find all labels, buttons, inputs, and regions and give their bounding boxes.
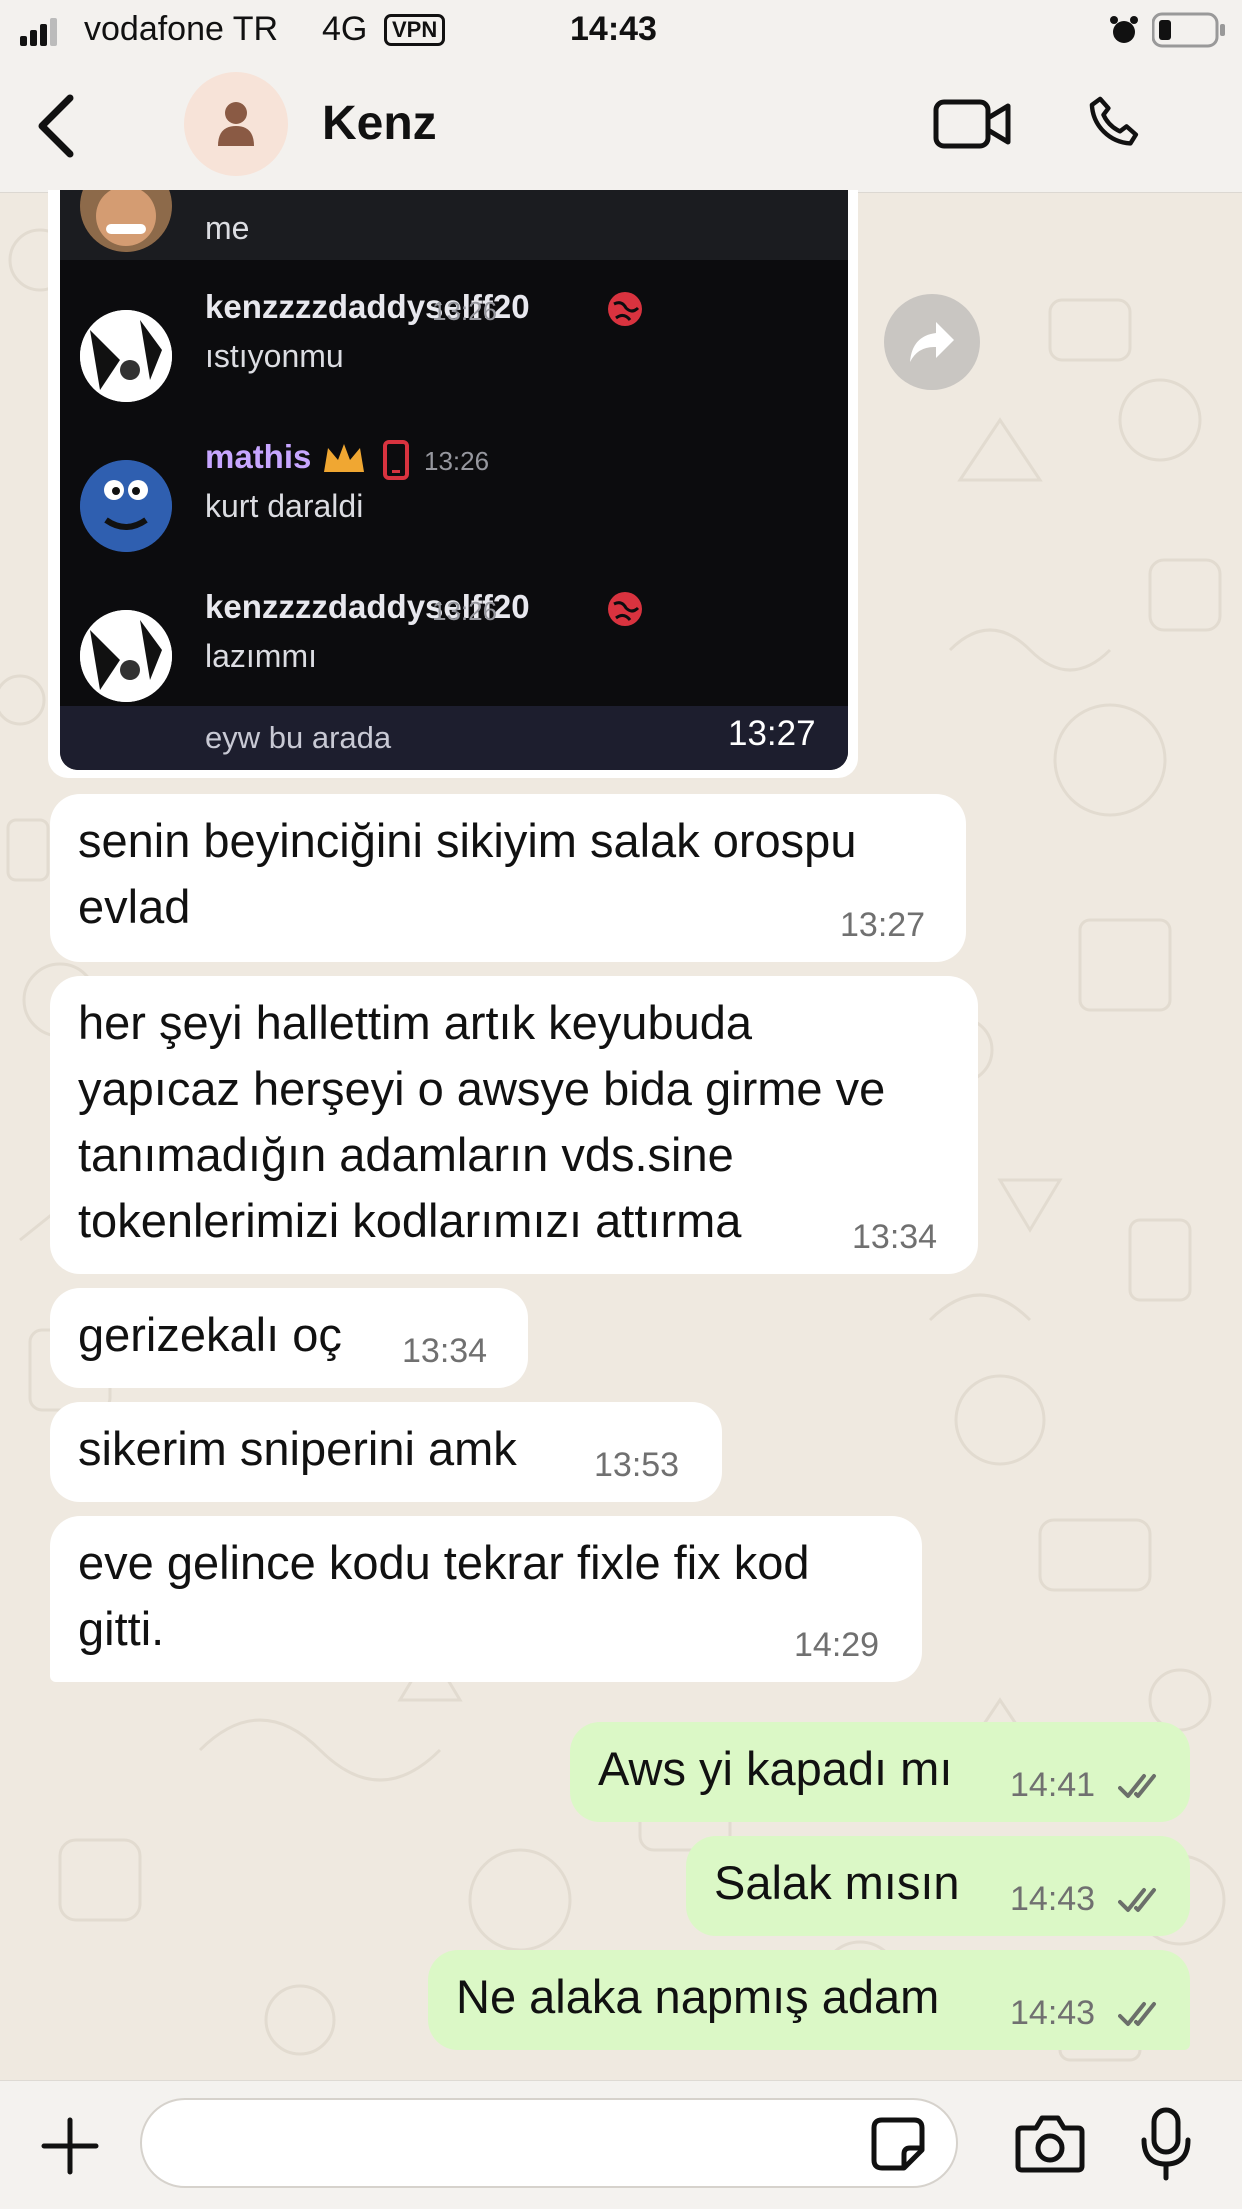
message-time: 14:43 [1010,1880,1096,1918]
image-message-time: 13:27 [728,714,816,753]
discord-avatar [80,310,172,402]
outgoing-message-bubble[interactable]: Salak mısın 14:43 [686,1836,1190,1936]
incoming-message-bubble[interactable]: senin beyinciğini sikiyim salak orospu e… [50,794,966,962]
forward-arrow-icon [910,322,954,362]
person-icon [218,102,254,146]
sticker-icon[interactable] [870,2116,926,2172]
status-bar: vodafone TR 4G VPN 14:43 [0,0,1242,62]
incoming-message-bubble[interactable]: her şeyi hallettim artık keyubuda yapıca… [50,976,978,1274]
globe-icon [608,292,642,326]
signal-icon [20,18,57,46]
discord-message-text: kurt daraldi [205,488,364,524]
message-time: 13:53 [594,1446,680,1484]
contact-name[interactable]: Kenz [322,96,437,151]
message-text: senin beyinciğini sikiyim salak orospu e… [78,814,857,933]
microphone-icon[interactable] [1140,2106,1192,2182]
discord-input-text: eyw bu arada [205,720,392,755]
camera-icon[interactable] [1014,2112,1086,2174]
message-text: eve gelince kodu tekrar fixle fix kod gi… [78,1536,810,1655]
discord-avatar [80,610,172,702]
vpn-badge: VPN [384,14,446,46]
read-receipt-icon [1118,1888,1156,1912]
video-call-icon[interactable] [932,96,1012,152]
phone-icon[interactable] [1082,92,1148,158]
carrier-label: vodafone TR [84,10,279,48]
cookie-monster-avatar-icon [80,460,172,552]
discord-timestamp: 13:26 [424,446,490,476]
network-label: 4G [322,10,368,48]
battery-icon [1152,12,1225,48]
message-time: 14:41 [1010,1766,1096,1804]
crown-icon [324,444,364,472]
outgoing-message-bubble[interactable]: Ne alaka napmış adam 14:43 [428,1950,1190,2050]
message-text: Ne alaka napmış adam [456,1970,940,2023]
incoming-message-bubble[interactable]: sikerim sniperini amk 13:53 [50,1402,722,1502]
incoming-message-bubble[interactable]: gerizekalı oç 13:34 [50,1288,528,1388]
outgoing-message-bubble[interactable]: Aws yi kapadı mı 14:41 [570,1722,1190,1822]
message-text: Aws yi kapadı mı [598,1742,953,1795]
anime-avatar-icon [80,610,172,702]
globe-icon [608,592,642,626]
avatar[interactable] [184,72,288,176]
discord-message-text: me [205,210,250,246]
mobile-icon [383,440,409,480]
message-text: gerizekalı oç [78,1308,342,1361]
anime-avatar-icon [80,310,172,402]
discord-message-text: ıstıyonmu [205,338,344,374]
alarm-icon [1110,16,1138,43]
message-time: 14:43 [1010,1994,1096,2032]
read-receipt-icon [1118,2002,1156,2026]
incoming-message-bubble[interactable]: eve gelince kodu tekrar fixle fix kod gi… [50,1516,922,1682]
message-time: 13:34 [402,1332,488,1370]
discord-screenshot[interactable]: me kenzzzzdaddyselff20 13:26 ıstıyonmu m… [60,190,848,770]
clock: 14:43 [570,10,657,48]
discord-username: mathis [205,438,312,475]
discord-top-row [60,190,848,260]
message-text: sikerim sniperini amk [78,1422,517,1475]
message-time: 13:34 [852,1218,938,1256]
message-text: her şeyi hallettim artık keyubuda yapıca… [78,996,886,1247]
message-text: Salak mısın [714,1856,960,1909]
forward-button[interactable] [884,294,980,390]
message-time: 13:27 [840,906,926,944]
message-input[interactable] [140,2098,958,2188]
plus-icon[interactable] [38,2114,102,2178]
discord-timestamp: 13:26 [432,596,498,626]
discord-message-text: lazımmı [205,638,317,674]
read-receipt-icon [1118,1774,1156,1798]
chevron-left-icon[interactable] [34,94,78,158]
discord-avatar [80,460,172,552]
discord-timestamp: 13:26 [432,296,498,326]
message-time: 14:29 [794,1626,880,1664]
